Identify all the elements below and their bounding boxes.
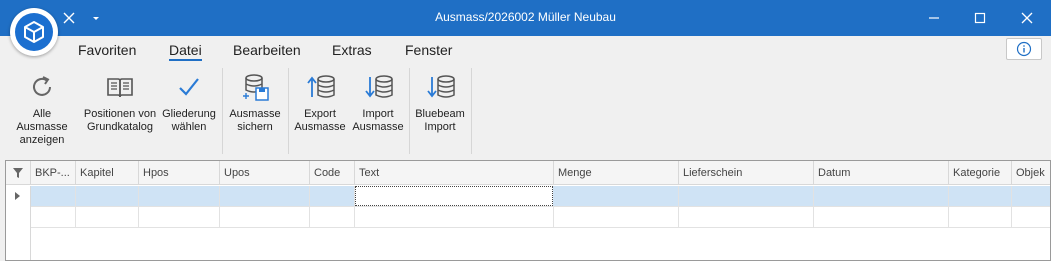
tab-extras[interactable]: Extras [332, 42, 372, 58]
grid-cell[interactable] [310, 207, 355, 228]
grid-cell[interactable] [554, 207, 679, 228]
grid-cell[interactable] [220, 186, 310, 207]
column-header-upos[interactable]: Upos [220, 161, 310, 185]
all-measurements-button[interactable]: Alle Ausmasse anzeigen [6, 70, 78, 147]
import-measurements-button[interactable]: Import Ausmasse [350, 70, 406, 134]
ribbon-separator [409, 68, 410, 154]
grid-header: BKP-... Kapitel Hpos Upos Code Text Meng… [6, 161, 1050, 185]
ribbon-separator [288, 68, 289, 154]
close-window-button[interactable] [1004, 0, 1050, 36]
info-icon [1016, 41, 1032, 57]
positions-from-catalog-button[interactable]: Positionen von Grundkatalog [82, 70, 158, 134]
save-measurements-button[interactable]: Ausmasse sichern [226, 70, 284, 134]
maximize-button[interactable] [957, 0, 1003, 36]
column-header-bkp[interactable]: BKP-... [31, 161, 76, 185]
row-indicator-column [6, 228, 31, 260]
grid-cell[interactable] [310, 186, 355, 207]
database-export-icon [292, 70, 348, 104]
app-logo[interactable] [10, 8, 58, 56]
grid-cell[interactable] [139, 207, 220, 228]
grid-cell[interactable] [76, 207, 139, 228]
menu-bar: Favoriten Datei Bearbeiten Extras Fenste… [0, 36, 1051, 64]
grid-cell[interactable] [814, 186, 949, 207]
column-header-hpos[interactable]: Hpos [139, 161, 220, 185]
grid-cell[interactable] [814, 207, 949, 228]
button-label: Ausmasse [352, 121, 404, 133]
button-label: Bluebeam [415, 108, 465, 120]
window-title: Ausmass/2026002 Müller Neubau [435, 10, 616, 24]
table-row[interactable] [6, 207, 1050, 228]
checkmark-icon [160, 70, 218, 104]
column-header-kapitel[interactable]: Kapitel [76, 161, 139, 185]
grid-cell[interactable] [679, 207, 814, 228]
grid-cell[interactable] [76, 186, 139, 207]
button-label: anzeigen [19, 134, 65, 146]
tab-bearbeiten[interactable]: Bearbeiten [233, 42, 301, 58]
ribbon: Alle Ausmasse anzeigen Positionen von Gr… [0, 64, 1051, 156]
grid-cell[interactable] [31, 186, 76, 207]
grid-cell[interactable] [949, 207, 1012, 228]
grid-cell[interactable] [355, 207, 554, 228]
grid-cell[interactable] [554, 186, 679, 207]
grid-cell[interactable] [220, 207, 310, 228]
column-header-code[interactable]: Code [310, 161, 355, 185]
database-save-icon [226, 70, 284, 104]
button-label: wählen [171, 121, 207, 133]
title-bar: Ausmass/2026002 Müller Neubau [0, 0, 1051, 36]
column-header-menge[interactable]: Menge [554, 161, 679, 185]
column-header-text[interactable]: Text [355, 161, 554, 185]
grid-cell[interactable] [679, 186, 814, 207]
column-header-lieferschein[interactable]: Lieferschein [679, 161, 814, 185]
column-header-kategorie[interactable]: Kategorie [949, 161, 1012, 185]
tab-favoriten[interactable]: Favoriten [78, 42, 136, 58]
row-indicator [6, 186, 31, 207]
button-label: Import [362, 108, 394, 120]
row-indicator [6, 207, 31, 228]
measurements-grid[interactable]: BKP-... Kapitel Hpos Upos Code Text Meng… [5, 160, 1051, 261]
grid-cell[interactable] [31, 207, 76, 228]
button-label: Gliederung [162, 108, 216, 120]
filter-icon[interactable] [6, 161, 31, 185]
focused-cell[interactable] [355, 186, 553, 206]
ribbon-separator [222, 68, 223, 154]
button-label: Ausmasse [229, 108, 281, 120]
info-button[interactable] [1006, 38, 1042, 60]
button-label: Positionen von [83, 108, 157, 120]
grid-cell[interactable] [139, 186, 220, 207]
choose-structure-button[interactable]: Gliederung wählen [160, 70, 218, 134]
table-row[interactable] [6, 186, 1050, 207]
database-import-icon [412, 70, 468, 104]
database-import-icon [350, 70, 406, 104]
button-label: Export [304, 108, 336, 120]
minimize-button[interactable] [911, 0, 957, 36]
cube-icon [15, 13, 53, 51]
column-header-datum[interactable]: Datum [814, 161, 949, 185]
refresh-icon [6, 70, 78, 104]
button-label: Grundkatalog [86, 121, 154, 133]
column-header-objekt[interactable]: Objek [1012, 161, 1050, 185]
catalog-book-icon [82, 70, 158, 104]
button-label: Alle Ausmasse [16, 108, 68, 133]
grid-cell[interactable] [949, 186, 1012, 207]
tab-fenster[interactable]: Fenster [405, 42, 452, 58]
ribbon-separator [471, 68, 472, 154]
tab-datei[interactable]: Datei [169, 42, 202, 61]
bluebeam-import-button[interactable]: Bluebeam Import [412, 70, 468, 134]
button-label: Import [424, 121, 456, 133]
button-label: Ausmasse [294, 121, 346, 133]
button-label: sichern [237, 121, 273, 133]
export-measurements-button[interactable]: Export Ausmasse [292, 70, 348, 134]
